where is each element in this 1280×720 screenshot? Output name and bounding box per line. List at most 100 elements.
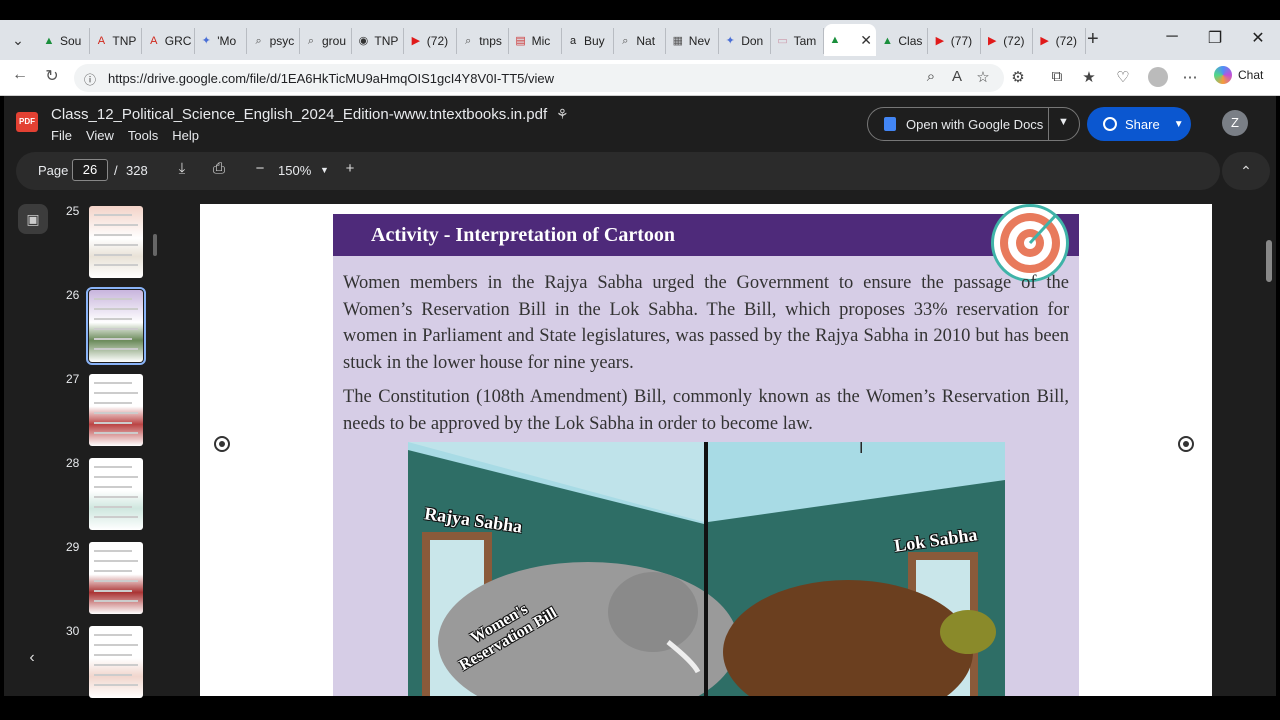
browser-tab[interactable]: ▶ (72) [1034,28,1086,54]
page-scrollbar[interactable] [1266,240,1272,282]
nav-target-icon[interactable] [214,436,230,452]
youtube-icon: ▶ [935,35,945,47]
page-thumbnail[interactable] [89,626,143,698]
image-icon[interactable]: ▣ [18,204,48,234]
paragraph-1: Women members in the Rajya Sabha urged t… [343,273,1069,373]
drive-pdf-viewer: PDF Class_12_Political_Science_English_2… [4,96,1276,698]
close-tab-icon[interactable]: ✕ [860,32,872,49]
thumbnail-page-number: 28 [66,456,80,470]
browser-tab[interactable]: ▲ ✕ [824,24,876,56]
search-icon: ⌕ [622,35,629,47]
page-number-input[interactable]: 26 [72,159,108,181]
chevron-down-icon[interactable]: ▼ [1174,119,1184,130]
copilot-chat-button[interactable]: Chat [1214,66,1263,84]
share-label: Share [1125,116,1160,132]
nav-target-icon[interactable] [1178,436,1194,452]
account-avatar[interactable]: Z [1222,110,1248,136]
news-icon: ▦ [672,35,683,47]
sidebar-scrollbar[interactable] [153,234,157,256]
page-thumbnail[interactable] [89,374,143,446]
browser-tab[interactable]: ⌕ grou [300,28,352,54]
browser-tab[interactable]: A GRC [143,28,195,54]
reload-button[interactable]: ↻ [40,66,64,86]
tab-label: TNP [374,34,399,48]
tab-label: Buy [584,34,605,48]
browser-tab[interactable]: ⌕ psyc [248,28,300,54]
profile-avatar[interactable] [1148,67,1168,87]
tab-label: (72) [1003,34,1025,48]
browser-tab[interactable]: ◉ TNP [352,28,405,54]
minimize-button[interactable]: ─ [1157,28,1187,46]
close-window-button[interactable]: ✕ [1243,28,1273,48]
tab-label: 'Mo [217,34,237,48]
chevron-down-icon[interactable]: ▼ [1058,116,1069,128]
address-bar-row: ← ↻ ⓘ https://drive.google.com/file/d/1E… [0,60,1280,96]
browser-tab[interactable]: ⌕ tnps [457,28,510,54]
chevron-left-icon[interactable]: ‹ [20,649,44,667]
zoom-out-icon[interactable]: − [250,160,270,177]
favorite-icon[interactable]: ☆ [972,68,994,86]
site-info-icon[interactable]: ⓘ [84,71,98,87]
menu-help[interactable]: Help [172,128,199,143]
new-tab-button[interactable]: + [1087,28,1099,51]
browser-tab[interactable]: ▶ (72) [405,28,457,54]
browser-tab[interactable]: ⌕ Nat [614,28,667,54]
extensions-icon[interactable]: ⚙ [1007,68,1029,86]
browser-tab[interactable]: ✦ 'Mo [195,28,248,54]
pdf-page: Activity - Interpretation of Cartoon Wom… [333,204,1079,696]
menu-view[interactable]: View [86,128,114,143]
browser-tab[interactable]: ▲ Clas [876,28,929,54]
tab-label: (77) [950,34,973,48]
add-shortcut-icon[interactable]: ⚘ [556,106,569,123]
browser-tab[interactable]: ▤ Mic [510,28,562,54]
back-button[interactable]: ← [8,66,32,84]
url-field[interactable]: ⓘ https://drive.google.com/file/d/1EA6Hk… [74,64,1004,92]
restore-button[interactable]: ❐ [1200,28,1230,48]
download-icon[interactable]: ⤓ [172,160,192,177]
page-separator: / [114,163,118,178]
favorites-bar-icon[interactable]: ★ [1078,68,1100,86]
docs-icon [884,117,896,131]
browser-tab[interactable]: ▦ Nev [667,28,719,54]
browser-tab[interactable]: a Buy [562,28,614,54]
page-total: 328 [126,163,148,178]
activity-header: Activity - Interpretation of Cartoon [333,214,1079,256]
youtube-icon: ▶ [987,35,997,47]
browser-essentials-icon[interactable]: ♡ [1112,68,1134,86]
collapse-toolbar-button[interactable]: ⌃ [1222,152,1270,190]
browser-tab[interactable]: ▭ Tam [772,28,824,54]
browser-tab[interactable]: ▶ (72) [981,28,1034,54]
paragraph-2: The Constitution (108th Amendment) Bill,… [343,387,1069,434]
tab-label: grou [322,34,347,48]
open-with-label: Open with Google Docs [906,116,1044,132]
tab-label: Tam [793,34,817,48]
open-with-google-docs-button[interactable]: Open with Google Docs ▼ [867,107,1080,141]
cartoon-divider [704,442,708,696]
browser-tab[interactable]: ▶ (77) [929,28,981,54]
browser-tab[interactable]: ▲ Sou [38,28,90,54]
tab-label: Don [741,34,764,48]
menu-file[interactable]: File [51,128,72,143]
browser-tab[interactable]: A TNP [90,28,143,54]
page-thumbnail[interactable] [86,287,146,365]
page-thumbnail[interactable] [89,206,143,278]
zoom-icon[interactable]: ⌕ [920,68,942,85]
split-screen-icon[interactable]: ⧉ [1046,68,1068,85]
browser-tab[interactable]: ✦ Don [719,28,772,54]
tab-search-button[interactable]: ⌄ [6,28,30,52]
page-thumbnail[interactable] [89,542,143,614]
thumbnail-page-number: 29 [66,540,80,554]
tab-label: tnps [479,34,502,48]
text-cursor-icon: I [859,440,864,457]
print-icon[interactable]: ⎙ [209,160,229,177]
chevron-down-icon[interactable]: ▼ [320,165,329,175]
zoom-level[interactable]: 150% [278,163,311,178]
share-button[interactable]: Share ▼ [1087,107,1191,141]
file-name: Class_12_Political_Science_English_2024_… [51,106,548,123]
more-menu-icon[interactable]: ⋯ [1179,68,1201,86]
page-thumbnail[interactable] [89,458,143,530]
search-icon: ⌕ [465,35,472,47]
read-aloud-icon[interactable]: A [946,68,968,85]
zoom-in-icon[interactable]: + [340,160,360,177]
menu-tools[interactable]: Tools [128,128,158,143]
